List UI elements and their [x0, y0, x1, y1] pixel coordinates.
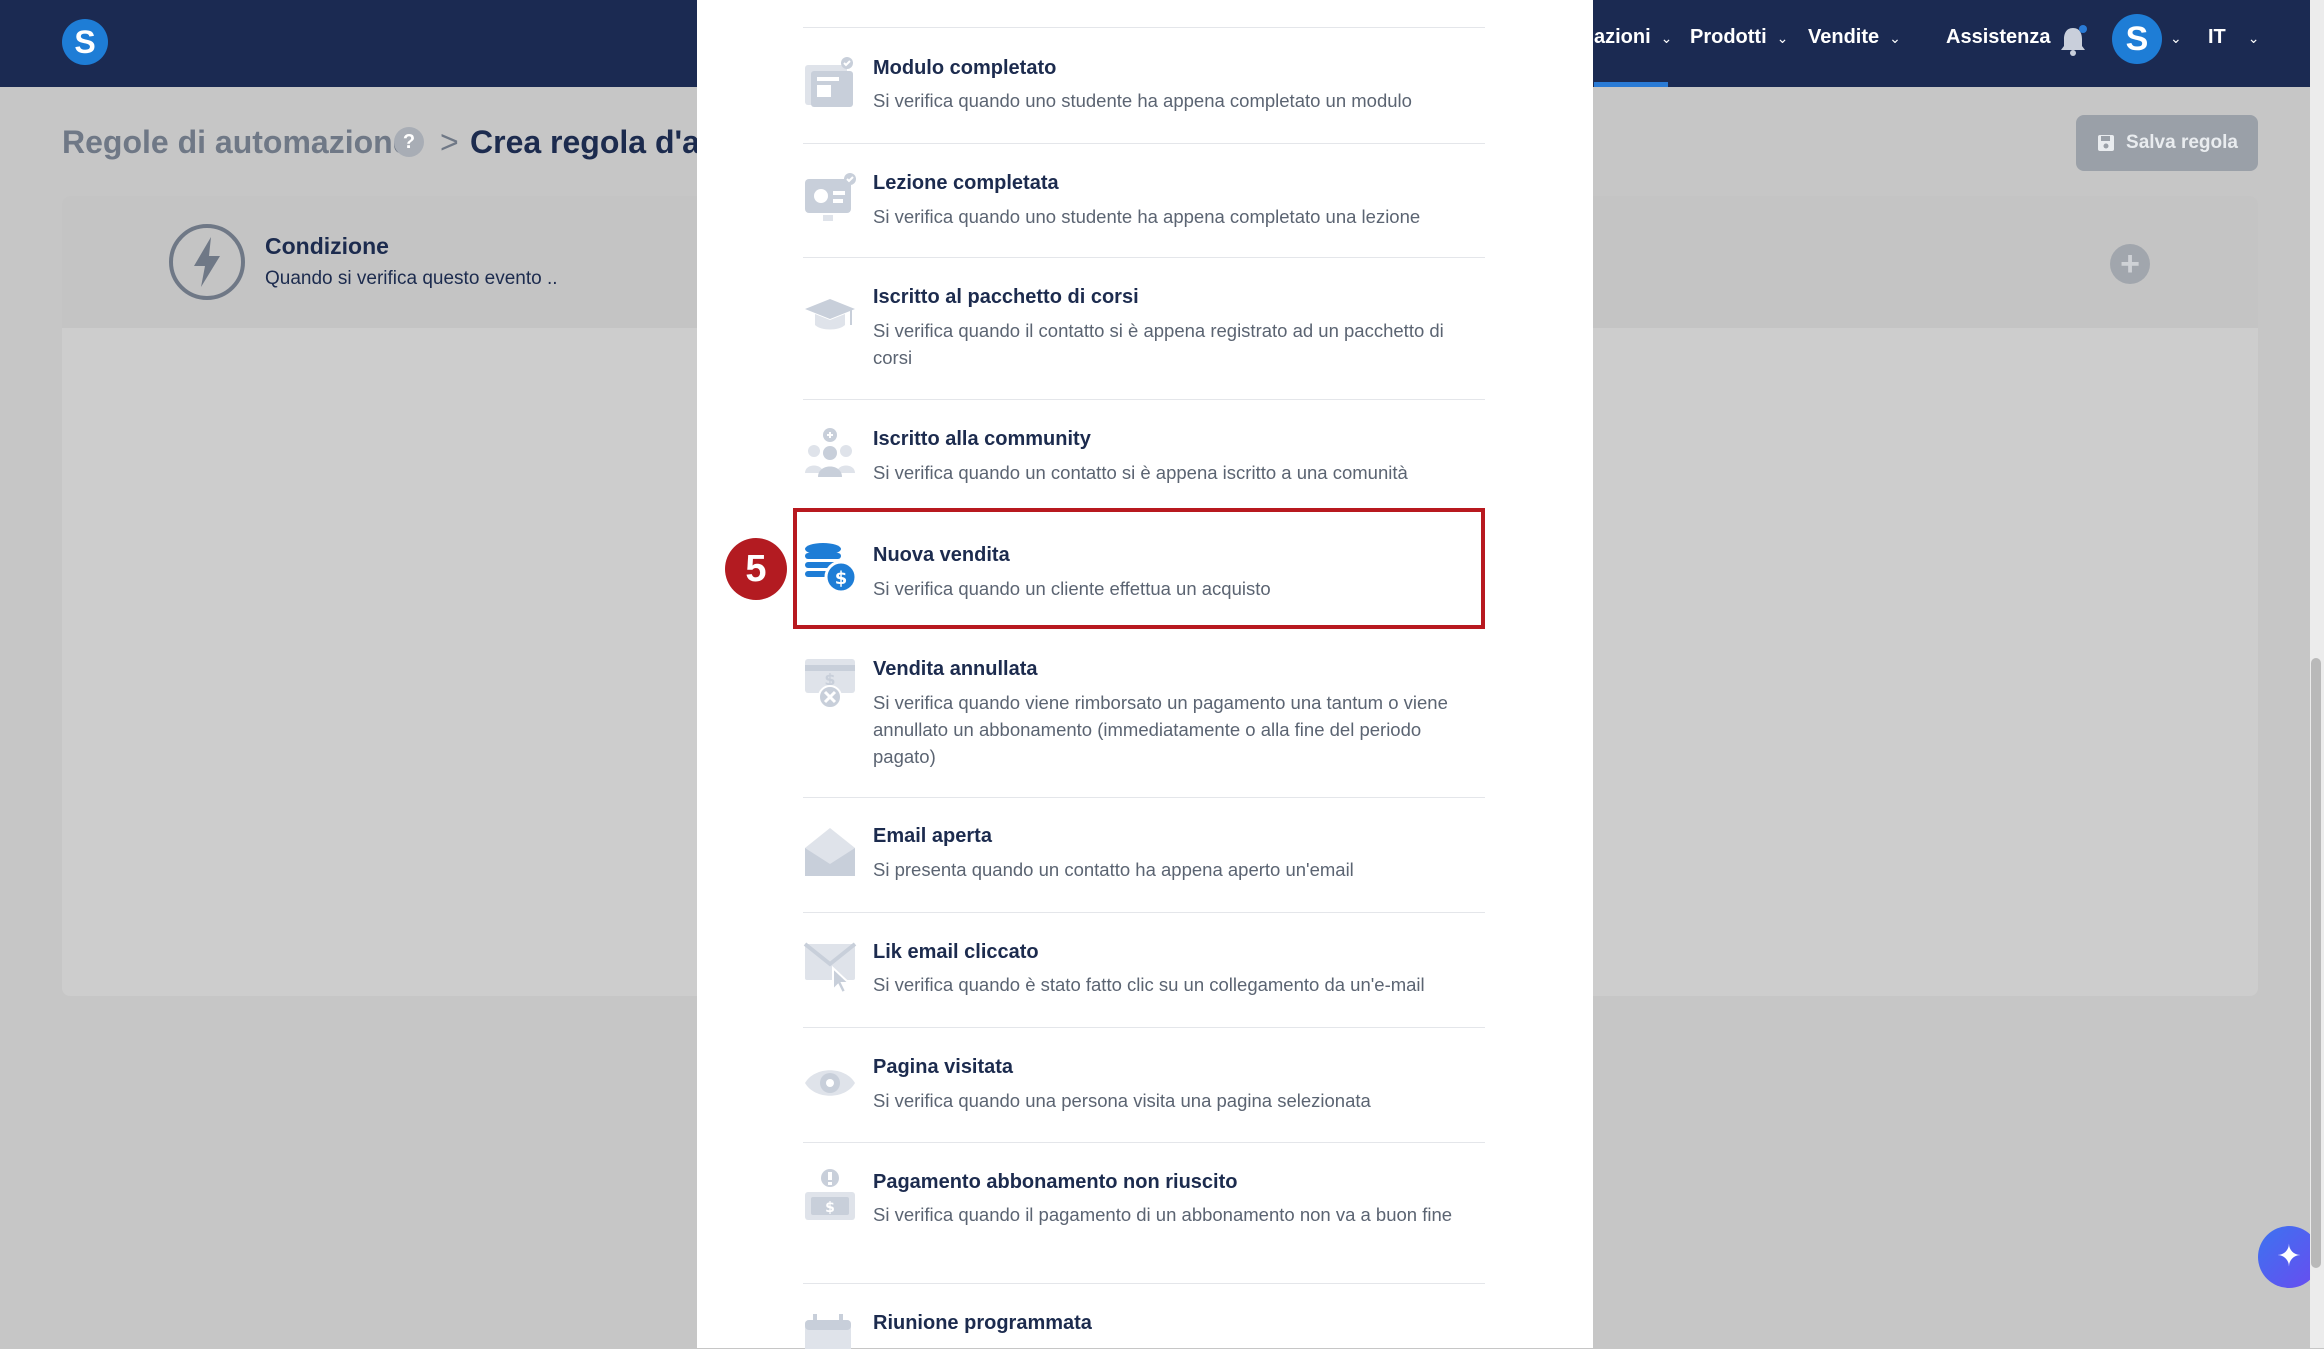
- trigger-description: Si presenta quando un contatto ha appena…: [873, 859, 1354, 880]
- eye-icon: [805, 1070, 855, 1096]
- floppy-disk-icon: [2098, 135, 2115, 151]
- payment-failed-icon: $: [805, 1169, 855, 1220]
- lesson-complete-icon: [805, 173, 856, 221]
- nav-item-label: Vendite: [1808, 26, 1880, 48]
- trigger-item-community[interactable]: Iscritto alla community Si verifica quan…: [803, 399, 1485, 509]
- trigger-item-vendita-annullata[interactable]: $ Vendita annullata Si verifica quando v…: [803, 632, 1485, 798]
- open-envelope-icon: [805, 828, 855, 876]
- condition-subtitle: Quando si verifica questo evento ..: [265, 268, 558, 289]
- chevron-down-icon: ⌄: [2247, 30, 2260, 46]
- page-title: Crea regola d'au: [470, 124, 700, 160]
- help-icon[interactable]: ?: [394, 127, 424, 157]
- trigger-item-lezione-completata[interactable]: Lezione completata Si verifica quando un…: [803, 143, 1485, 258]
- module-complete-icon: [805, 57, 853, 107]
- trigger-title: Lik email cliccato: [873, 941, 1039, 963]
- trigger-item-riunione-programmata[interactable]: Riunione programmata: [803, 1283, 1485, 1349]
- save-rule-button[interactable]: Salva regola: [2076, 115, 2258, 171]
- trigger-description: Si verifica quando viene rimborsato un p…: [873, 692, 1448, 767]
- cancelled-sale-icon: $: [805, 659, 855, 709]
- condition-title: Condizione: [265, 233, 389, 259]
- nav-item-label: azioni: [1594, 26, 1651, 48]
- calendar-icon: [805, 1314, 851, 1349]
- trigger-item-pacchetto-corsi[interactable]: Iscritto al pacchetto di corsi Si verifi…: [803, 257, 1485, 400]
- trigger-title: Pagina visitata: [873, 1056, 1014, 1078]
- step-badge: 5: [725, 538, 787, 600]
- trigger-description: Si verifica quando uno studente ha appen…: [873, 206, 1421, 227]
- avatar-menu-chevron[interactable]: ⌄: [2170, 26, 2182, 49]
- trigger-description: Si verifica quando il pagamento di un ab…: [873, 1204, 1453, 1225]
- language-selector[interactable]: IT ⌄: [2208, 26, 2260, 49]
- nav-item-automazioni[interactable]: azioni ⌄: [1594, 26, 1672, 49]
- chevron-down-icon: ⌄: [1776, 30, 1789, 46]
- language-label: IT: [2208, 26, 2226, 48]
- breadcrumb-parent[interactable]: Regole di automazione: [62, 124, 410, 161]
- add-action-button[interactable]: +: [2110, 244, 2150, 284]
- trigger-title: Vendita annullata: [873, 658, 1038, 680]
- trigger-title: Iscritto al pacchetto di corsi: [873, 286, 1139, 308]
- trigger-description: Si verifica quando una persona visita un…: [873, 1090, 1371, 1111]
- chevron-down-icon: ⌄: [1889, 30, 1901, 46]
- trigger-item-modulo-completato[interactable]: Modulo completato Si verifica quando uno…: [803, 27, 1485, 144]
- selection-highlight: [793, 508, 1485, 629]
- community-icon: [805, 428, 855, 477]
- email-click-icon: [803, 942, 857, 994]
- trigger-description: Si verifica quando un contatto si è appe…: [873, 462, 1408, 483]
- trigger-item-pagamento-non-riuscito[interactable]: $ Pagamento abbonamento non riuscito Si …: [803, 1142, 1485, 1284]
- trigger-title: Email aperta: [873, 825, 992, 847]
- nav-item-label: Assistenza: [1946, 26, 2051, 48]
- nav-item-prodotti[interactable]: Prodotti ⌄: [1690, 26, 1788, 49]
- trigger-description: Si verifica quando il contatto si è appe…: [873, 320, 1444, 368]
- trigger-title: Iscritto alla community: [873, 428, 1091, 450]
- trigger-item-pagina-visitata[interactable]: Pagina visitata Si verifica quando una p…: [803, 1027, 1485, 1143]
- chevron-right-icon: >: [440, 124, 459, 160]
- nav-item-label: Prodotti: [1690, 26, 1767, 48]
- chevron-down-icon: ⌄: [2170, 30, 2182, 46]
- svg-text:$: $: [825, 1200, 835, 1216]
- lightning-icon: [169, 224, 245, 300]
- chevron-down-icon: ⌄: [1660, 30, 1673, 46]
- trigger-description: Si verifica quando uno studente ha appen…: [873, 90, 1412, 111]
- trigger-item-link-email[interactable]: Lik email cliccato Si verifica quando è …: [803, 912, 1485, 1028]
- nav-item-assistenza[interactable]: Assistenza: [1946, 26, 2051, 49]
- save-button-label: Salva regola: [2126, 132, 2238, 153]
- nav-item-vendite[interactable]: Vendite ⌄: [1808, 26, 1901, 49]
- trigger-title: Riunione programmata: [873, 1312, 1092, 1334]
- trigger-item-email-aperta[interactable]: Email aperta Si presenta quando un conta…: [803, 797, 1485, 913]
- bell-icon[interactable]: [2058, 24, 2088, 58]
- scrollbar-thumb[interactable]: [2311, 658, 2321, 1268]
- graduation-cap-icon: [805, 299, 855, 330]
- avatar[interactable]: S: [2112, 14, 2162, 64]
- trigger-description: Si verifica quando è stato fatto clic su…: [873, 974, 1425, 995]
- trigger-title: Lezione completata: [873, 172, 1059, 194]
- app-logo[interactable]: S: [62, 19, 108, 65]
- trigger-title: Pagamento abbonamento non riuscito: [873, 1171, 1238, 1193]
- trigger-title: Modulo completato: [873, 57, 1057, 79]
